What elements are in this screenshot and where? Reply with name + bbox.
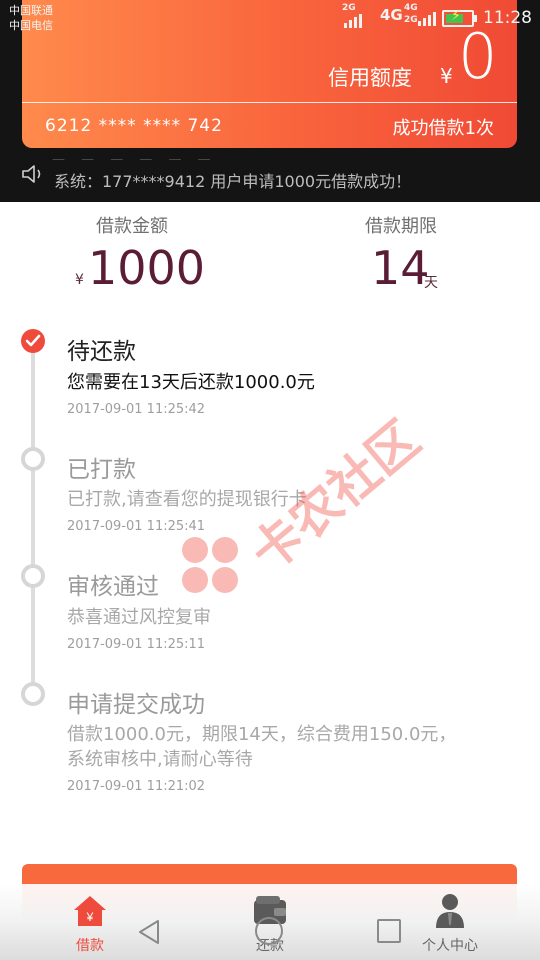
timeline-line — [31, 352, 35, 694]
timeline-step-3-desc: 恭喜通过风控复审 — [67, 607, 211, 628]
timeline-step-4-desc-line1: 借款1000.0元，期限14天，综合费用150.0元， — [67, 724, 457, 745]
success-loan-count: 成功借款1次 — [392, 118, 494, 139]
timeline-step-2-title: 已打款 — [67, 457, 136, 483]
loan-amount-currency: ¥ — [75, 272, 84, 288]
loan-term-label: 借款期限 — [365, 216, 437, 237]
bank-card-number: 6212 **** **** 742 — [45, 116, 223, 136]
timeline-dot-icon — [21, 682, 45, 706]
timeline-step-1-title: 待还款 — [67, 339, 136, 365]
network-2g-small-label: 2G — [404, 15, 418, 25]
timeline-step-3-title: 审核通过 — [67, 574, 159, 600]
charging-icon: ⚡ — [451, 8, 461, 24]
timeline-step-1-time: 2017-09-01 11:25:42 — [67, 402, 206, 417]
network-2g-label: 2G — [342, 3, 356, 13]
carrier-labels: 中国联通 中国电信 — [9, 3, 53, 33]
loan-term-value: 14 — [371, 241, 430, 295]
card-divider — [22, 102, 517, 103]
nav-home-icon[interactable] — [255, 917, 283, 945]
carrier-2: 中国电信 — [9, 19, 53, 32]
timeline-step-4-time: 2017-09-01 11:21:02 — [67, 779, 206, 794]
network-4g-small-label: 4G — [404, 3, 418, 13]
credit-limit-label: 信用额度 — [328, 66, 412, 90]
timeline-step-2-desc: 已打款,请查看您的提现银行卡 — [67, 489, 307, 510]
credit-currency: ¥ — [440, 64, 453, 88]
battery-tip — [474, 15, 477, 22]
notice-text: 系统：177****9412 用户申请1000元借款成功！ — [54, 172, 412, 191]
carrier-1: 中国联通 — [9, 4, 53, 17]
status-time: 11:28 — [483, 8, 532, 28]
loan-amount-value: 1000 — [88, 241, 206, 295]
tab-profile[interactable]: 个人中心 — [390, 884, 510, 960]
notice-ghost-row: — — — — — — — [52, 152, 217, 167]
nav-back-icon[interactable] — [136, 918, 162, 946]
status-bar: 中国联通 中国电信 2G 4G 4G 2G ⚡ 11:28 — [0, 0, 540, 36]
user-icon — [436, 894, 464, 928]
loan-amount-label: 借款金额 — [96, 216, 168, 237]
timeline-step-2-time: 2017-09-01 11:25:41 — [67, 519, 206, 534]
signal-2-icon — [418, 12, 436, 26]
svg-text:¥: ¥ — [86, 910, 94, 924]
tab-profile-label: 个人中心 — [422, 938, 478, 954]
network-4g-label: 4G — [380, 6, 403, 24]
timeline-step-1-desc: 您需要在13天后还款1000.0元 — [67, 372, 315, 393]
tab-borrow-label: 借款 — [76, 938, 104, 954]
speaker-icon — [22, 165, 41, 183]
timeline-check-icon — [21, 329, 45, 353]
nav-recent-icon[interactable] — [377, 919, 401, 943]
timeline-step-4-desc-line2: 系统审核中,请耐心等待 — [67, 749, 253, 770]
timeline-dot-icon — [21, 564, 45, 588]
signal-1-icon — [344, 14, 362, 28]
timeline-step-4-title: 申请提交成功 — [67, 692, 205, 718]
loan-term-unit: 天 — [424, 275, 438, 291]
tab-borrow[interactable]: ¥ 借款 — [30, 884, 150, 960]
watermark-logo-icon — [182, 537, 238, 593]
home-yen-icon: ¥ — [74, 896, 106, 926]
timeline-dot-icon — [21, 447, 45, 471]
timeline-step-3-time: 2017-09-01 11:25:11 — [67, 637, 206, 652]
